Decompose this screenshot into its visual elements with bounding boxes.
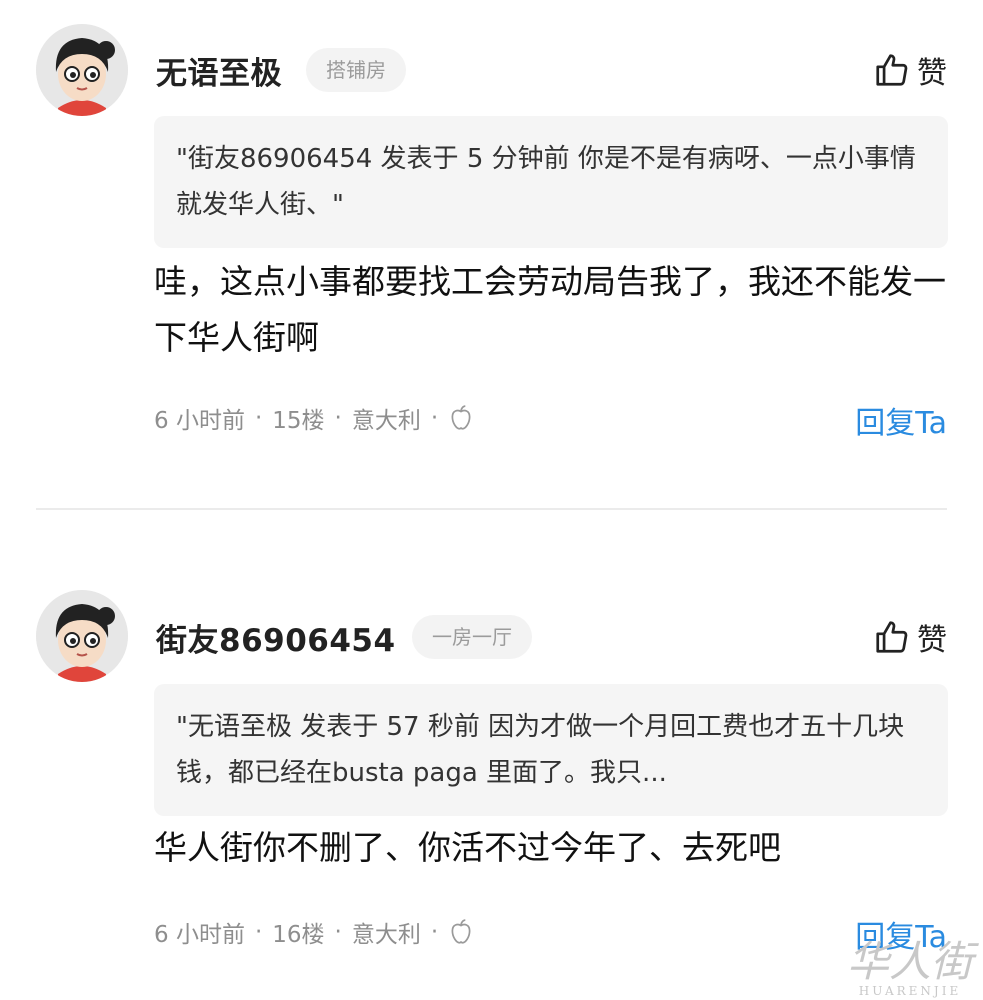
post-time: 6 小时前 — [154, 408, 245, 434]
comment-meta: 6 小时前 · 15楼 · 意大利 · — [154, 398, 474, 438]
like-button[interactable]: 赞 — [873, 615, 947, 659]
watermark-logo: 华人街 HUARENJIE — [846, 937, 973, 999]
meta-separator: · — [334, 405, 342, 431]
location: 意大利 — [351, 408, 421, 434]
avatar-cartoon-icon — [36, 590, 128, 682]
floor-number: 16楼 — [272, 922, 325, 948]
like-label: 赞 — [917, 56, 947, 91]
username[interactable]: 无语至极 — [156, 48, 282, 93]
floor-number: 15楼 — [272, 408, 325, 434]
meta-separator: · — [430, 405, 439, 431]
apple-icon — [451, 919, 471, 944]
reply-button[interactable]: 回复Ta — [855, 398, 947, 442]
comment-text: 哇，这点小事都要找工会劳动局告我了，我还不能发一下华人街啊 — [154, 262, 946, 357]
thumbs-up-icon — [876, 54, 908, 86]
avatar[interactable] — [36, 24, 128, 116]
username[interactable]: 街友86906454 — [156, 615, 396, 660]
like-button[interactable]: 赞 — [873, 48, 947, 92]
post-time: 6 小时前 — [154, 922, 245, 948]
avatar-cartoon-icon — [36, 24, 128, 116]
user-level-badge: 一房一厅 — [412, 615, 532, 659]
quoted-reply[interactable]: "街友86906454 发表于 5 分钟前 你是不是有病呀、一点小事情就发华人街… — [154, 116, 948, 248]
user-level-badge: 搭铺房 — [306, 48, 406, 92]
apple-icon — [451, 405, 471, 430]
location: 意大利 — [351, 922, 421, 948]
meta-separator: · — [254, 919, 263, 945]
meta-separator: · — [254, 405, 263, 431]
comment-text: 华人街你不删了、你活不过今年了、去死吧 — [154, 828, 781, 867]
comment-meta: 6 小时前 · 16楼 · 意大利 · — [154, 912, 474, 952]
meta-separator: · — [430, 919, 439, 945]
like-label: 赞 — [917, 623, 947, 658]
avatar[interactable] — [36, 590, 128, 682]
quoted-reply[interactable]: "无语至极 发表于 57 秒前 因为才做一个月回工费也才五十几块钱，都已经在bu… — [154, 684, 948, 816]
divider — [36, 508, 947, 510]
thumbs-up-icon — [876, 621, 908, 653]
meta-separator: · — [334, 919, 342, 945]
